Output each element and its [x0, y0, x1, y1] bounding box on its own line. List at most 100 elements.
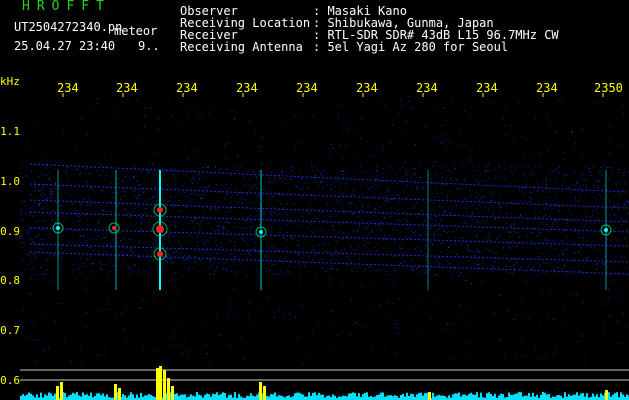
noise-dot — [608, 179, 609, 181]
noise-dot — [242, 231, 244, 233]
noise-dot — [124, 214, 125, 216]
noise-dot — [430, 241, 432, 243]
noise-dot — [286, 267, 287, 269]
noise-dot — [434, 298, 436, 300]
noise-dot — [508, 310, 510, 312]
noise-dot — [569, 273, 571, 275]
noise-dot — [516, 263, 518, 265]
noise-dot — [82, 191, 84, 193]
noise-dot — [178, 241, 180, 243]
noise-dot — [435, 215, 437, 217]
carrier-trace — [29, 243, 629, 263]
histogram-bar — [400, 395, 402, 400]
noise-dot — [300, 174, 302, 176]
noise-dot — [356, 322, 358, 324]
noise-dot — [250, 215, 251, 217]
noise-dot — [418, 198, 420, 200]
noise-dot — [476, 196, 478, 198]
noise-dot — [85, 327, 87, 329]
noise-dot — [131, 202, 133, 204]
noise-dot — [431, 193, 433, 195]
histogram-bar — [28, 392, 30, 400]
noise-dot — [288, 271, 290, 273]
noise-dot — [322, 219, 324, 221]
histogram-bar — [306, 396, 308, 400]
noise-dot — [455, 205, 457, 207]
noise-dot — [373, 295, 375, 297]
noise-dot — [509, 231, 510, 233]
histogram-bar — [196, 392, 198, 400]
noise-dot — [561, 240, 563, 242]
noise-dot — [509, 259, 510, 261]
noise-dot — [473, 222, 475, 224]
noise-dot — [233, 253, 235, 255]
noise-dot — [29, 224, 31, 226]
histogram-bar — [200, 395, 202, 400]
noise-dot — [257, 200, 259, 202]
noise-dot — [226, 221, 228, 223]
noise-dot — [582, 273, 584, 275]
noise-dot — [124, 256, 125, 258]
noise-dot — [575, 142, 577, 144]
noise-dot — [347, 221, 349, 223]
noise-dot — [599, 170, 601, 172]
noise-dot — [29, 229, 31, 231]
noise-dot — [72, 202, 74, 204]
histogram-bar — [268, 396, 270, 400]
noise-dot — [468, 324, 470, 326]
noise-dot — [80, 227, 82, 229]
noise-dot — [175, 272, 177, 274]
noise-dot — [25, 205, 26, 207]
noise-dot — [514, 268, 516, 270]
noise-dot — [82, 234, 84, 236]
noise-dot — [396, 182, 398, 184]
noise-dot — [477, 263, 479, 265]
noise-dot — [226, 142, 228, 144]
noise-dot — [520, 267, 522, 269]
noise-dot — [45, 273, 47, 275]
histogram-bar — [466, 395, 468, 400]
noise-dot — [116, 193, 118, 194]
histogram-bar — [282, 396, 284, 400]
noise-dot — [337, 115, 339, 117]
noise-dot — [81, 117, 83, 119]
noise-dot — [103, 308, 105, 310]
noise-dot — [283, 237, 284, 239]
noise-dot — [515, 261, 517, 263]
noise-dot — [556, 348, 557, 350]
noise-dot — [309, 222, 311, 224]
noise-dot — [578, 270, 580, 272]
noise-dot — [450, 212, 451, 214]
noise-dot — [439, 155, 441, 157]
histogram-bar — [280, 395, 282, 400]
noise-dot — [586, 245, 588, 247]
noise-dot — [469, 106, 471, 108]
noise-dot — [322, 267, 324, 269]
noise-dot — [570, 192, 572, 194]
noise-dot — [392, 225, 394, 227]
noise-dot — [59, 205, 61, 207]
noise-dot — [137, 195, 139, 197]
noise-dot — [521, 188, 523, 190]
noise-dot — [565, 174, 567, 176]
noise-dot — [271, 171, 273, 173]
noise-dot — [112, 196, 114, 198]
noise-dot — [491, 269, 493, 271]
noise-dot — [558, 99, 560, 100]
noise-dot — [510, 125, 512, 127]
noise-dot — [136, 180, 138, 182]
noise-dot — [531, 198, 533, 200]
noise-dot — [379, 262, 381, 263]
noise-dot — [224, 227, 226, 229]
noise-dot — [86, 267, 88, 269]
noise-dot — [346, 167, 348, 169]
noise-dot — [186, 175, 188, 177]
noise-dot — [171, 224, 173, 226]
noise-dot — [609, 274, 611, 276]
noise-dot — [79, 257, 81, 259]
histogram-peak — [163, 370, 166, 400]
noise-dot — [425, 273, 427, 275]
noise-dot — [558, 254, 560, 256]
noise-dot — [379, 206, 381, 208]
noise-dot — [500, 233, 502, 235]
